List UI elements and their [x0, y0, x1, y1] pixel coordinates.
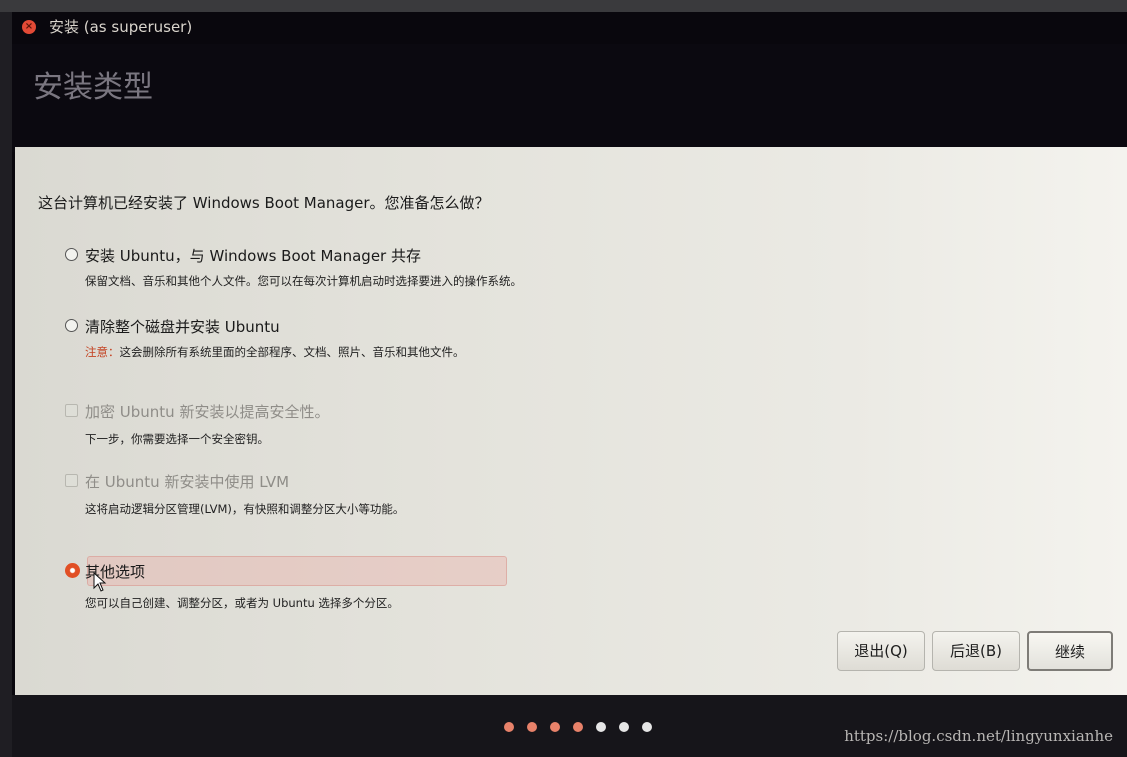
- checkbox-lvm: [65, 474, 78, 487]
- watermark: https://blog.csdn.net/lingyunxianhe: [844, 727, 1113, 745]
- page-title: 安装类型: [33, 70, 153, 105]
- option-install-alongside-description: 保留文档、音乐和其他个人文件。您可以在每次计算机启动时选择要进入的操作系统。: [85, 274, 522, 288]
- page-header: [12, 44, 1127, 152]
- back-button[interactable]: 后退(B): [932, 631, 1020, 671]
- progress-dot: [642, 722, 652, 732]
- progress-dot: [619, 722, 629, 732]
- quit-button[interactable]: 退出(Q): [837, 631, 925, 671]
- footer: [12, 695, 1127, 757]
- option-lvm-description: 这将启动逻辑分区管理(LVM)，有快照和调整分区大小等功能。: [85, 502, 405, 516]
- titlebar: × 安装 (as superuser): [12, 12, 1127, 44]
- close-window-button[interactable]: ×: [22, 20, 36, 34]
- installer-window: × 安装 (as superuser) 安装类型 这台计算机已经安装了 Wind…: [12, 12, 1127, 757]
- progress-dot: [573, 722, 583, 732]
- radio-something-else[interactable]: [65, 563, 80, 578]
- option-erase-disk-label: 清除整个磁盘并安装 Ubuntu: [85, 318, 280, 336]
- warning-label: 注意：: [85, 345, 120, 359]
- close-icon: ×: [24, 21, 34, 32]
- screen: × 安装 (as superuser) 安装类型 这台计算机已经安装了 Wind…: [0, 0, 1127, 757]
- screen-left-edge: [0, 12, 12, 757]
- top-strip: [0, 0, 1127, 12]
- progress-dot: [527, 722, 537, 732]
- install-question: 这台计算机已经安装了 Windows Boot Manager。您准备怎么做？: [38, 194, 490, 212]
- option-encrypt-description: 下一步，你需要选择一个安全密钥。: [85, 432, 269, 446]
- content-panel: 这台计算机已经安装了 Windows Boot Manager。您准备怎么做？ …: [15, 147, 1127, 695]
- option-encrypt: 加密 Ubuntu 新安装以提高安全性。 下一步，你需要选择一个安全密钥。: [65, 401, 365, 446]
- radio-erase-disk[interactable]: [65, 319, 78, 332]
- option-erase-disk[interactable]: 清除整个磁盘并安装 Ubuntu 注意：这会删除所有系统里面的全部程序、文档、照…: [65, 316, 485, 360]
- option-install-alongside[interactable]: 安装 Ubuntu，与 Windows Boot Manager 共存 保留文档…: [65, 245, 525, 288]
- option-something-else[interactable]: 其他选项 您可以自己创建、调整分区，或者为 Ubuntu 选择多个分区。: [65, 561, 485, 610]
- option-install-alongside-label: 安装 Ubuntu，与 Windows Boot Manager 共存: [85, 247, 421, 265]
- warning-text: 这会删除所有系统里面的全部程序、文档、照片、音乐和其他文件。: [119, 345, 465, 359]
- progress-dot: [596, 722, 606, 732]
- radio-install-alongside[interactable]: [65, 248, 78, 261]
- progress-dot: [504, 722, 514, 732]
- option-encrypt-label: 加密 Ubuntu 新安装以提高安全性。: [85, 403, 330, 421]
- window-title: 安装 (as superuser): [49, 18, 193, 36]
- continue-button[interactable]: 继续: [1027, 631, 1113, 671]
- checkbox-encrypt: [65, 404, 78, 417]
- option-lvm: 在 Ubuntu 新安装中使用 LVM 这将启动逻辑分区管理(LVM)，有快照和…: [65, 471, 425, 516]
- progress-dot: [550, 722, 560, 732]
- option-something-else-description: 您可以自己创建、调整分区，或者为 Ubuntu 选择多个分区。: [85, 596, 399, 610]
- option-erase-disk-description: 注意：这会删除所有系统里面的全部程序、文档、照片、音乐和其他文件。: [85, 344, 465, 360]
- option-lvm-label: 在 Ubuntu 新安装中使用 LVM: [85, 473, 290, 491]
